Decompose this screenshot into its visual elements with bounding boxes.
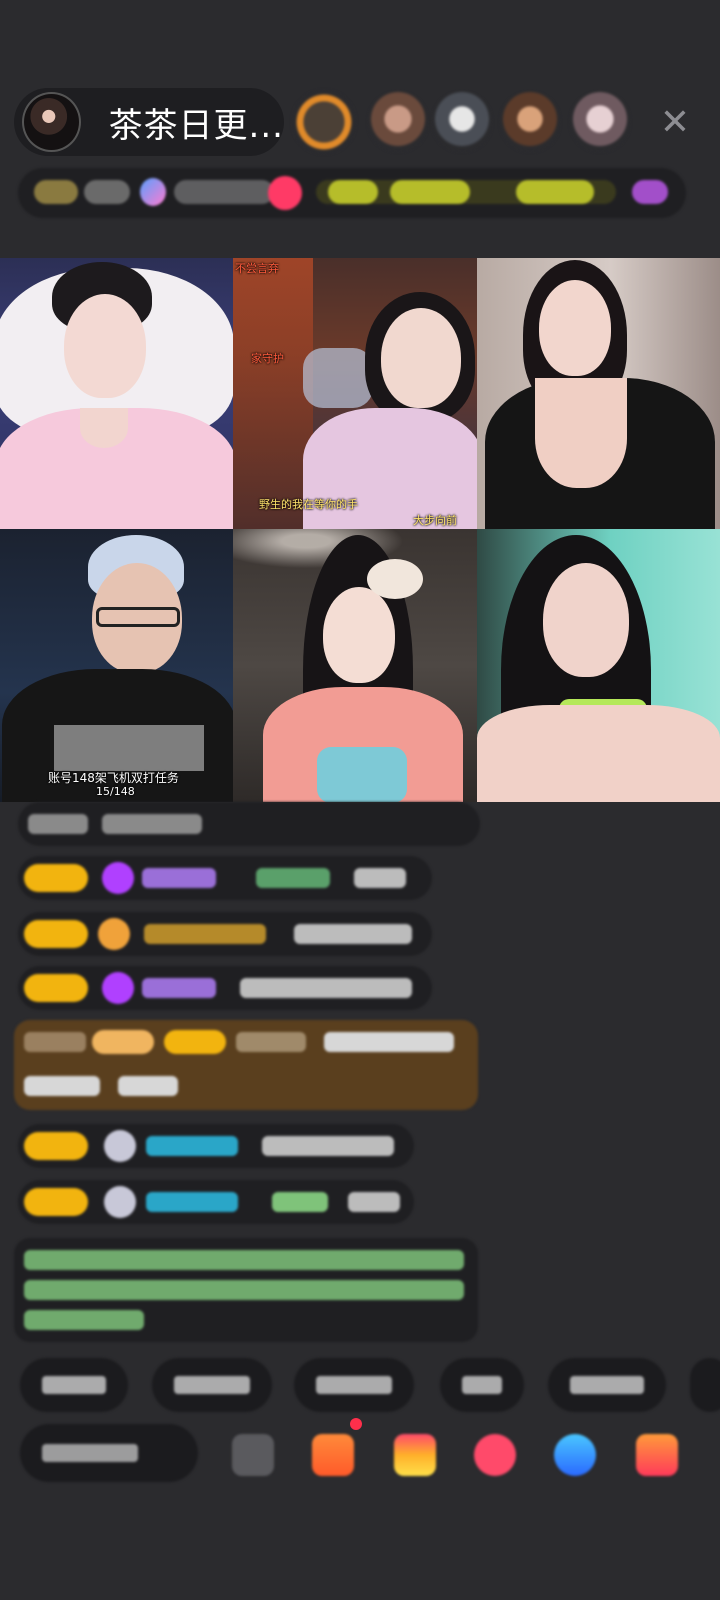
silver-gem-icon (104, 1186, 136, 1218)
fan-level-badge (24, 920, 88, 948)
host-name: 茶茶日更... (108, 105, 284, 146)
tile-2-caption-1: 不尝言弃 (235, 262, 279, 275)
chat-message-6[interactable] (18, 1180, 414, 1224)
highlighted-chat-message[interactable] (14, 1020, 478, 1110)
rainbow-icon[interactable] (394, 1434, 436, 1476)
video-tile-6[interactable] (477, 529, 720, 802)
tile-2-caption-4: 大步向前 (413, 514, 457, 527)
comment-input[interactable] (20, 1424, 198, 1482)
viewer-avatar-3[interactable] (432, 92, 492, 152)
quick-reply-chip-1[interactable] (20, 1358, 128, 1412)
chat-message-5[interactable] (18, 1124, 414, 1168)
grid-icon[interactable] (232, 1434, 274, 1476)
chat-message-4[interactable] (18, 966, 432, 1010)
rank-icon (34, 180, 78, 204)
video-tile-1[interactable] (0, 258, 233, 529)
fan-level-badge (24, 974, 88, 1002)
chat-message-1[interactable] (18, 802, 480, 846)
quick-reply-chip-3[interactable] (294, 1358, 414, 1412)
host-info-pill[interactable]: 茶茶日更... (14, 88, 284, 156)
video-tile-3[interactable] (477, 258, 720, 529)
video-tile-5[interactable] (233, 529, 477, 802)
red-heart-icon[interactable] (474, 1434, 516, 1476)
follow-heart-icon[interactable] (268, 176, 302, 210)
quick-reply-chip-2[interactable] (152, 1358, 272, 1412)
viewer-avatar-2[interactable] (368, 92, 428, 152)
notification-dot (350, 1418, 362, 1430)
video-tile-2[interactable]: 不尝言弃 家守护 野生的我在等你的手 大步向前 (233, 258, 477, 529)
host-avatar[interactable] (22, 92, 81, 152)
orange-gem-icon (98, 918, 130, 950)
close-icon[interactable]: ✕ (656, 104, 694, 142)
viewer-avatar-5[interactable] (570, 92, 630, 152)
tile-2-caption-2: 家守护 (251, 352, 284, 365)
viewer-avatar-4[interactable] (500, 92, 560, 152)
tile-2-caption-3: 野生的我在等你的手 (259, 498, 358, 511)
multi-guest-video-grid: 不尝言弃 家守护 野生的我在等你的手 大步向前 账号148架飞机双打任务 15/… (0, 258, 720, 802)
fan-level-badge (24, 1132, 88, 1160)
fan-level-badge (24, 1188, 88, 1216)
info-tag-row[interactable] (18, 168, 686, 218)
hot-icon (140, 178, 166, 206)
fan-level-badge (24, 864, 88, 892)
viewer-avatar-1[interactable] (292, 90, 356, 154)
diamond-icon (102, 862, 134, 894)
chat-message-3[interactable] (18, 912, 432, 956)
red-gift-icon[interactable] (636, 1434, 678, 1476)
diamond-icon (102, 972, 134, 1004)
quick-reply-chip-6[interactable] (690, 1358, 720, 1412)
tile-4-caption-progress: 15/148 (96, 785, 135, 798)
blue-chat-icon[interactable] (554, 1434, 596, 1476)
system-notice-message (14, 1238, 478, 1342)
chat-message-2[interactable] (18, 856, 432, 900)
silver-gem-icon (104, 1130, 136, 1162)
gift-box-icon[interactable] (312, 1434, 354, 1476)
video-tile-4[interactable]: 账号148架飞机双打任务 15/148 (0, 529, 233, 802)
tile-4-caption-task: 账号148架飞机双打任务 (48, 771, 179, 785)
quick-reply-chip-4[interactable] (440, 1358, 524, 1412)
level-badge (632, 180, 668, 204)
quick-reply-chip-5[interactable] (548, 1358, 666, 1412)
